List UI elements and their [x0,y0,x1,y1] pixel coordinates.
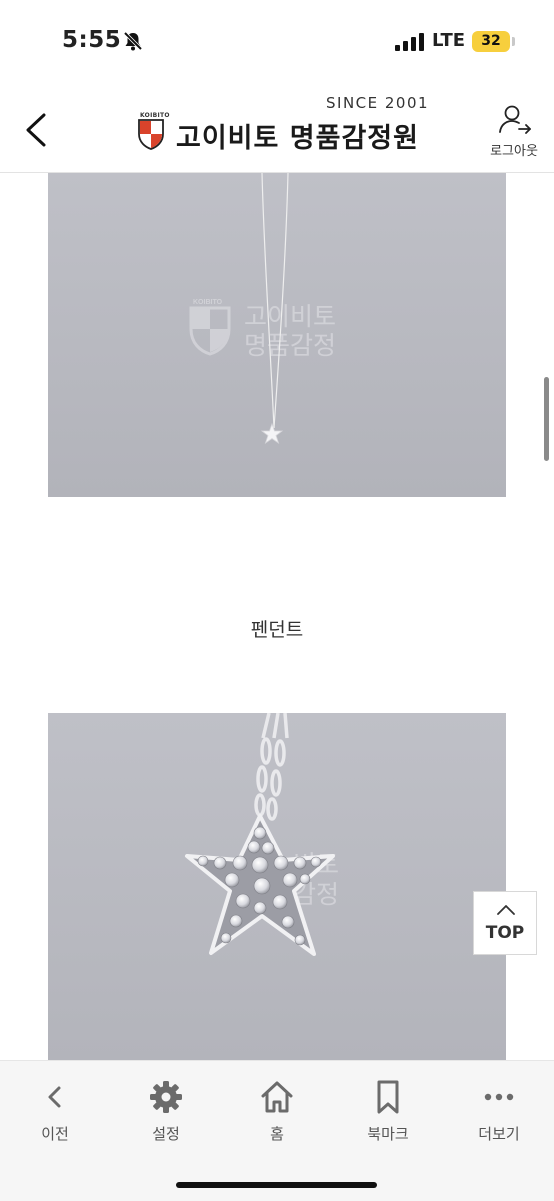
back-chevron-icon [26,113,46,147]
scroll-indicator[interactable] [544,377,549,461]
watermark: KOIBITO 고이비토 명품감정 [189,299,336,360]
home-icon [261,1081,293,1113]
toolbar-back-label: 이전 [41,1125,69,1143]
watermark-koibito: KOIBITO [193,299,223,306]
back-button[interactable] [20,110,56,150]
logout-label: 로그아웃 [490,144,538,159]
app-header: SINCE 2001 KOIBITO 고이비토 명품감정원 로그아웃 [0,84,554,173]
bottom-toolbar: 이전 설정 홈 북마크 더보기 [0,1060,554,1201]
toolbar-bookmark-button[interactable]: 북마크 [333,1061,443,1151]
scroll-top-label: TOP [485,923,525,943]
network-label: LTE [432,30,466,51]
toolbar-back-button[interactable]: 이전 [0,1061,110,1151]
section-caption: 펜던트 [250,619,304,641]
since-text: SINCE 2001 [326,94,430,112]
scroll-top-button[interactable]: TOP [473,891,537,955]
watermark-line-1: 고이비토 [244,302,336,331]
toolbar-more-label: 더보기 [478,1125,520,1143]
toolbar-settings-button[interactable]: 설정 [111,1061,221,1151]
status-time: 5:55 [62,27,122,53]
logout-button[interactable]: 로그아웃 [484,102,544,159]
chevron-up-icon [497,905,515,915]
toolbar-home-button[interactable]: 홈 [222,1061,332,1151]
toolbar-home-label: 홈 [270,1125,284,1143]
star-pendant-closeup-photo: 비토 감정 [48,713,506,1060]
necklace-full-photo: KOIBITO 고이비토 명품감정 [48,173,506,497]
chevron-left-icon [48,1086,61,1108]
brand-name[interactable]: 고이비토 명품감정원 [176,116,419,155]
watermark-line-2: 명품감정 [244,331,336,360]
more-dots-icon [484,1093,514,1101]
shield-logo-icon [138,119,164,150]
bell-slash-icon [123,31,143,51]
user-logout-icon [499,105,531,134]
battery-indicator: 32 [472,31,510,52]
toolbar-bookmark-label: 북마크 [367,1125,409,1143]
gear-icon [150,1081,182,1113]
toolbar-more-button[interactable]: 더보기 [444,1061,554,1151]
home-indicator[interactable] [176,1182,377,1188]
toolbar-settings-label: 설정 [152,1125,180,1143]
battery-tip [512,37,515,46]
signal-icon [395,33,424,51]
status-bar: 5:55 LTE 32 [0,0,554,84]
bookmark-icon [377,1080,399,1114]
content-area: KOIBITO 고이비토 명품감정 펜던트 감정 [0,173,554,1060]
